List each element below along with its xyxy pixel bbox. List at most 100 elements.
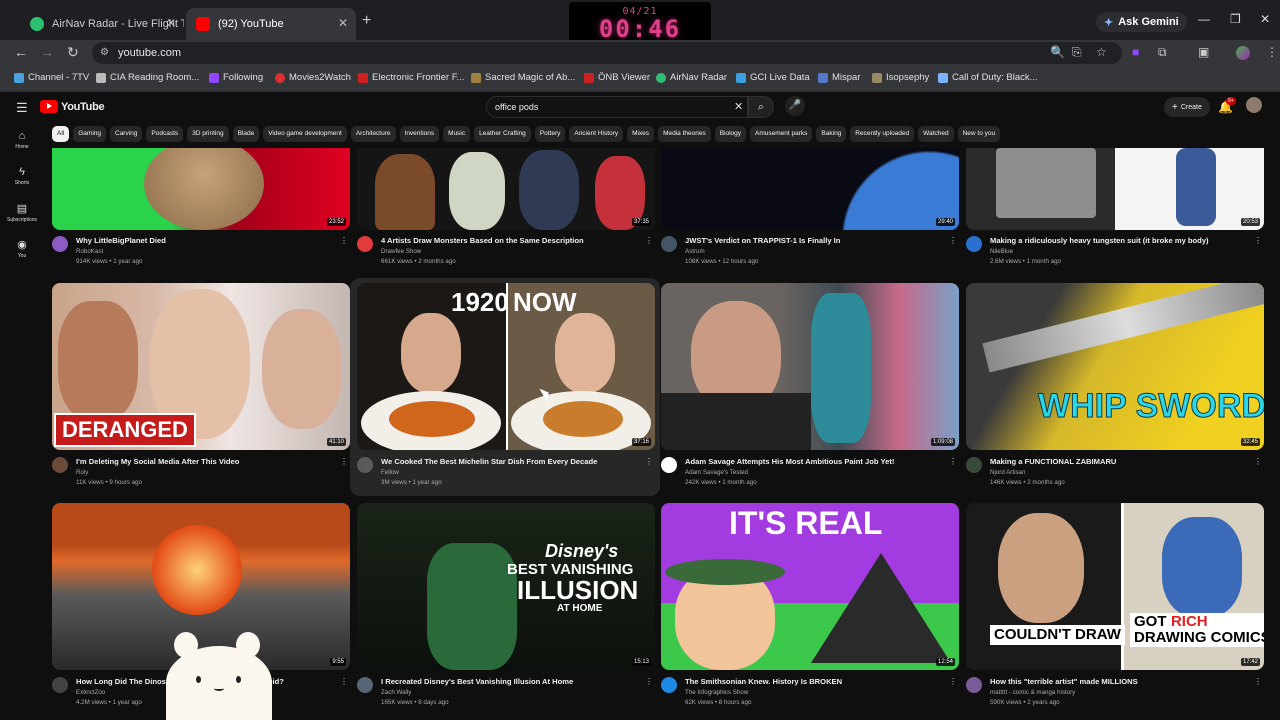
filter-chip[interactable]: Inventions [399,126,440,142]
channel-name[interactable]: NileBlue [990,248,1013,255]
channel-avatar[interactable] [52,457,68,473]
channel-name[interactable]: Zach Wally [381,689,411,696]
forward-arrow-icon[interactable]: → [40,44,54,60]
channel-avatar[interactable] [357,677,373,693]
video-title[interactable]: Why LittleBigPlanet Died [76,236,340,245]
sidebar-item-shorts[interactable]: ϟ Shorts [0,166,44,186]
back-arrow-icon[interactable]: ← [14,44,28,60]
video-thumbnail[interactable]: Disney's BEST VANISHING ILLUSION AT HOME… [357,503,655,670]
profile-avatar-icon[interactable] [1236,46,1250,60]
more-actions-icon[interactable]: ⋮ [340,677,348,686]
bookmark-item[interactable]: Movies2Watch [275,72,351,83]
more-actions-icon[interactable]: ⋮ [1254,457,1262,466]
filter-chip[interactable]: Blade [232,126,260,142]
channel-name[interactable]: Astrum [685,248,705,255]
account-avatar[interactable] [1246,97,1262,113]
channel-name[interactable]: Njord Artisan [990,469,1025,476]
ask-gemini-button[interactable]: ✦ Ask Gemini [1096,12,1187,32]
channel-avatar[interactable] [52,677,68,693]
bookmark-item[interactable]: Channel - 7TV [14,72,89,83]
video-thumbnail[interactable]: IT'S REAL 12:54 [661,503,959,670]
voice-search-button[interactable]: 🎤 [785,96,805,116]
video-thumbnail[interactable]: COULDN'T DRAW GOT RICH DRAWING COMICS 17… [966,503,1264,670]
channel-name[interactable]: mattttt - comic & manga history [990,689,1075,696]
bookmark-star-icon[interactable]: ☆ [1096,45,1107,59]
more-actions-icon[interactable]: ⋮ [340,236,348,245]
bookmark-item[interactable]: ÖNB Viewer [584,72,650,83]
channel-name[interactable]: Roly [76,469,88,476]
hamburger-menu-icon[interactable]: ☰ [16,100,28,116]
extensions-puzzle-icon[interactable]: ⧉ [1158,45,1167,60]
channel-avatar[interactable] [661,236,677,252]
filter-chip[interactable]: New to you [957,126,1001,142]
channel-avatar[interactable] [357,236,373,252]
channel-avatar[interactable] [966,236,982,252]
search-input[interactable]: office pods [486,96,748,118]
video-title[interactable]: I Recreated Disney's Best Vanishing Illu… [381,677,645,686]
browser-tab-airnav[interactable]: AirNav Radar - Live Flight Track ✕ [20,8,184,40]
more-actions-icon[interactable]: ⋮ [949,457,957,466]
video-title[interactable]: I'm Deleting My Social Media After This … [76,457,340,466]
filter-chip[interactable]: Leather Crafting [474,126,531,142]
minimize-icon[interactable]: — [1198,12,1210,26]
close-tab-icon[interactable]: ✕ [166,16,176,30]
video-thumbnail[interactable]: 20:53 [966,148,1264,230]
bookmark-item[interactable]: Sacred Magic of Ab... [471,72,575,83]
bookmark-item[interactable]: Following [209,72,263,83]
filter-chip[interactable]: Gaming [73,126,106,142]
filter-chip[interactable]: Music [443,126,471,142]
sidebar-item-home[interactable]: ⌂ Home [0,130,44,150]
bookmark-item[interactable]: CIA Reading Room... [96,72,199,83]
channel-avatar[interactable] [661,457,677,473]
filter-chip[interactable]: All [52,126,70,142]
search-button[interactable]: ⌕ [748,96,774,118]
more-actions-icon[interactable]: ⋮ [645,457,653,466]
more-actions-icon[interactable]: ⋮ [949,677,957,686]
bookmark-item[interactable]: Isopsephy [872,72,929,83]
channel-avatar[interactable] [661,677,677,693]
video-thumbnail[interactable]: 9:55 [52,503,350,670]
filter-chip[interactable]: Baking [816,126,847,142]
window-close-icon[interactable]: ✕ [1260,12,1270,26]
channel-avatar[interactable] [52,236,68,252]
filter-chip[interactable]: Recently uploaded [850,126,915,142]
clear-search-icon[interactable]: ✕ [734,100,743,113]
browser-menu-icon[interactable]: ⋮ [1266,45,1278,59]
channel-name[interactable]: RoboKast [76,248,103,255]
video-title[interactable]: We Cooked The Best Michelin Star Dish Fr… [381,457,645,466]
video-title[interactable]: JWST's Verdict on TRAPPIST-1 Is Finally … [685,236,949,245]
more-actions-icon[interactable]: ⋮ [1254,236,1262,245]
video-thumbnail[interactable]: WHIP SWORD 32:45 [966,283,1264,450]
bookmark-item[interactable]: GCI Live Data [736,72,810,83]
filter-chip[interactable]: Video game development [263,126,347,142]
video-thumbnail[interactable]: 1920 NOW 37:16 [357,283,655,450]
filter-chip[interactable]: Media theories [658,126,711,142]
create-button[interactable]: + Create [1164,97,1210,117]
video-title[interactable]: 4 Artists Draw Monsters Based on the Sam… [381,236,645,245]
sidebar-item-you[interactable]: ◉ You [0,238,44,259]
filter-chip[interactable]: 3D printing [187,126,229,142]
video-thumbnail[interactable]: 29:40 [661,148,959,230]
video-thumbnail[interactable]: 23:52 [52,148,350,230]
new-tab-plus-icon[interactable]: + [362,12,371,30]
site-info-icon[interactable]: ⚙ [100,47,109,58]
more-actions-icon[interactable]: ⋮ [645,236,653,245]
filter-chip[interactable]: Ancient History [569,126,624,142]
bookmark-item[interactable]: Call of Duty: Black... [938,72,1038,83]
maximize-icon[interactable]: ❐ [1230,12,1241,26]
address-bar[interactable]: ⚙ youtube.com [92,42,1122,64]
video-thumbnail[interactable]: 1:09:08 [661,283,959,450]
filter-chip[interactable]: Architecture [350,126,396,142]
channel-name[interactable]: ExtinctZoo [76,689,105,696]
channel-name[interactable]: Adam Savage's Tested [685,469,748,476]
channel-avatar[interactable] [966,677,982,693]
twitch-extension-icon[interactable]: ■ [1132,45,1139,59]
video-thumbnail[interactable]: 37:35 [357,148,655,230]
browser-tab-youtube[interactable]: (92) YouTube ✕ [186,8,356,40]
bookmark-item[interactable]: AirNav Radar [656,72,727,83]
video-title[interactable]: How this "terrible artist" made MILLIONS [990,677,1254,686]
zoom-icon[interactable]: 🔍 [1050,45,1065,59]
sidebar-item-subscriptions[interactable]: ▤ Subscriptions [0,202,44,223]
filter-chip[interactable]: Carving [110,126,143,142]
video-title[interactable]: Making a ridiculously heavy tungsten sui… [990,236,1254,245]
